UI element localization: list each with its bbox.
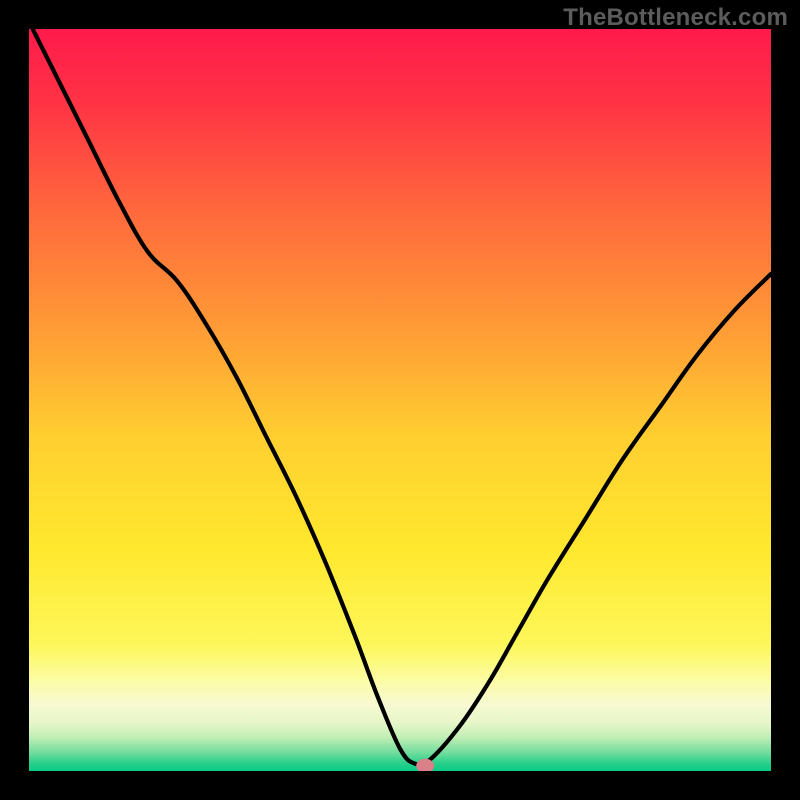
- watermark-text: TheBottleneck.com: [563, 4, 788, 32]
- plot-area: [29, 29, 771, 771]
- chart-svg: [29, 29, 771, 771]
- chart-frame: TheBottleneck.com: [0, 0, 800, 800]
- gradient-background: [29, 29, 771, 771]
